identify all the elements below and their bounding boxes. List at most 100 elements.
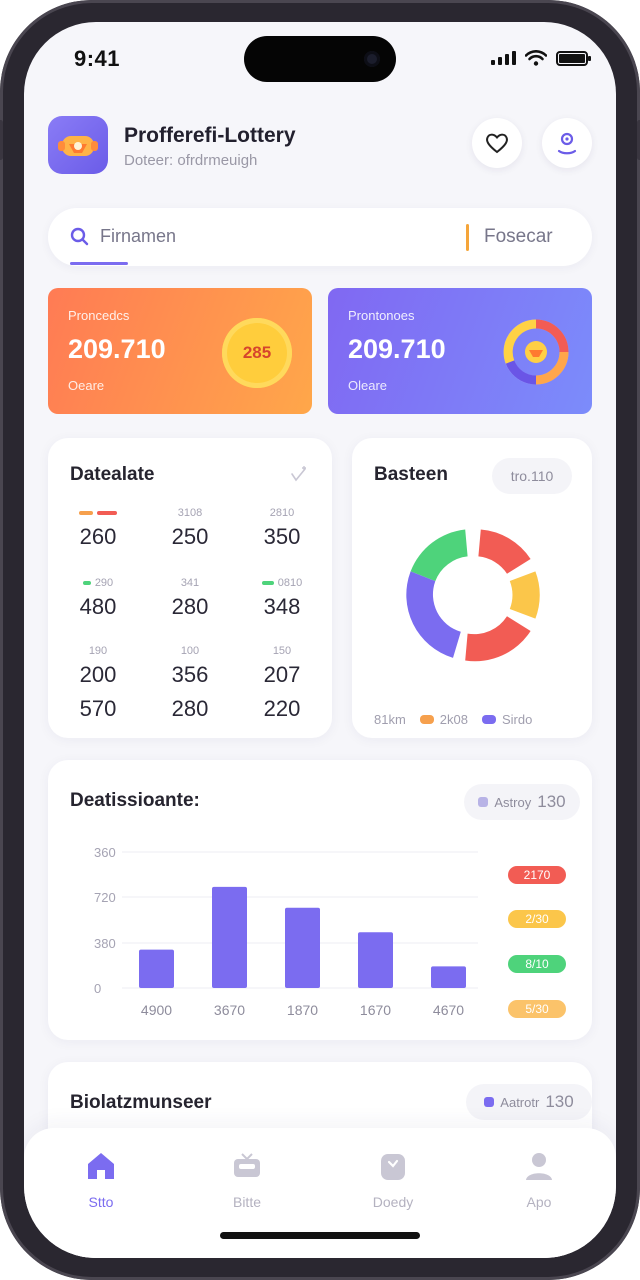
coin-label: 285	[242, 343, 272, 362]
phone-frame: 9:41 Profferefi-Lottery Doteer: ofrdrmeu…	[0, 0, 640, 1280]
x-tick-label: 3670	[214, 1002, 245, 1018]
status-time: 9:41	[74, 46, 121, 71]
home-icon	[88, 1153, 114, 1179]
grid-cell: 190 200 570	[58, 644, 138, 722]
chip: 2170	[508, 866, 566, 884]
legend-item: 81km	[374, 712, 406, 727]
sparkle-icon	[291, 466, 306, 482]
grid-caption: 100	[180, 645, 200, 657]
ring-gauge-icon	[503, 319, 569, 385]
app-header: Profferefi-Lottery Doteer: ofrdrmeuigh	[48, 116, 592, 176]
donut-segment-red-bottom	[465, 616, 531, 662]
grid-value: 207	[263, 662, 301, 687]
status-bar: 9:41	[24, 22, 616, 100]
stat-value: 209.710	[348, 334, 446, 364]
legend-item: 2k08	[419, 712, 468, 727]
dynamic-island	[244, 36, 396, 82]
stat-card-orange[interactable]: Proncedcs 209.710 Oeare 285	[48, 288, 312, 414]
y-tick-label: 720	[94, 890, 116, 905]
stat-sub: Oeare	[68, 378, 105, 393]
donut-segment-red	[478, 529, 531, 574]
search-filter-button[interactable]: Fosecar	[484, 226, 553, 248]
badge-value: 130	[545, 1092, 574, 1111]
profile-button[interactable]	[542, 118, 592, 168]
bar[interactable]	[139, 949, 174, 988]
lottery-ball-icon	[58, 136, 98, 156]
grid-cell: 2810 350	[242, 506, 322, 550]
search-divider	[466, 224, 469, 251]
chip: 8/10	[508, 955, 566, 973]
legend-label: 2k08	[439, 712, 468, 727]
wifi-icon	[525, 50, 547, 66]
tab-home[interactable]: Stto	[56, 1146, 146, 1210]
legend-label: Sirdo	[502, 712, 533, 727]
x-tick-label: 4900	[141, 1002, 172, 1018]
status-icons	[491, 50, 591, 66]
panel-title: Biolatzmunseer	[70, 1092, 212, 1113]
bar[interactable]	[212, 886, 247, 988]
home-indicator[interactable]	[220, 1232, 420, 1239]
grid-cell: 341 280	[150, 576, 230, 620]
data-grid-panel: Datealate 260 3108 250 2810 350 290 480	[48, 438, 332, 738]
grid-caption: 3108	[177, 507, 203, 519]
app-subtitle: Doteer: ofrdrmeuigh	[124, 152, 258, 169]
stat-label: Proncedcs	[68, 308, 130, 323]
stat-label: Prontonoes	[348, 308, 415, 323]
grid-caption: 290	[94, 577, 114, 589]
grid-value: 570	[79, 696, 117, 721]
legend-label: 81km	[374, 712, 406, 727]
chip: 2/30	[508, 910, 566, 928]
donut-chart	[406, 529, 540, 662]
tab-profile[interactable]: Apo	[494, 1146, 584, 1210]
grid-value: 250	[171, 524, 209, 549]
stat-sub: Oleare	[348, 378, 388, 393]
tab-label: Doedy	[372, 1194, 414, 1210]
bar-chart-panel: Deatissioante: Astroy 130 0 380 720 360 4900…	[48, 760, 592, 1040]
battery-icon	[556, 50, 591, 66]
grid-value: 350	[263, 524, 301, 549]
search-input[interactable]: Firnamen	[100, 226, 176, 247]
y-tick-label: 380	[94, 936, 116, 951]
donut-panel: Basteen tro.110 81km 2k08 Sirdo	[352, 438, 592, 738]
search-underline	[70, 262, 128, 265]
grid-cell: 0810 348	[242, 576, 322, 620]
grid-caption: 2810	[269, 507, 295, 519]
bar[interactable]	[285, 907, 320, 988]
person-icon	[526, 1153, 552, 1180]
search-bar[interactable]: Firnamen Fosecar	[48, 208, 592, 266]
x-tick-label: 1870	[287, 1002, 318, 1018]
donut-badge[interactable]: tro.110	[492, 458, 572, 494]
panel-title: Datealate	[70, 464, 155, 485]
signal-icon	[491, 51, 516, 65]
tab-bag[interactable]: Doedy	[348, 1146, 438, 1210]
y-tick-label: 360	[94, 845, 116, 860]
grid-cell: 290 480	[58, 576, 138, 620]
favorites-button[interactable]	[472, 118, 522, 168]
search-icon	[70, 227, 89, 246]
grid-caption: 150	[272, 645, 292, 657]
tv-icon	[234, 1153, 260, 1177]
grid-caption: 190	[88, 645, 108, 657]
donut-segment-yellow	[509, 571, 540, 619]
tab-tv[interactable]: Bitte	[202, 1146, 292, 1210]
grid-value: 220	[263, 696, 301, 721]
stat-value: 209.710	[68, 334, 166, 364]
grid-value: 480	[79, 594, 117, 619]
stat-card-purple[interactable]: Prontonoes 209.710 Oleare	[328, 288, 592, 414]
camera-icon	[364, 51, 380, 67]
grid-value: 260	[79, 524, 117, 549]
badge-label: Aatrotr	[500, 1094, 540, 1110]
chip: 5/30	[508, 1000, 566, 1018]
donut-segment-green	[410, 529, 468, 582]
x-tick-label: 4670	[433, 1002, 464, 1018]
bar-chart: 0 380 720 360 4900 3670 1870 1670 4670	[94, 845, 478, 1018]
donut-legend: 81km 2k08 Sirdo	[374, 712, 532, 727]
bar[interactable]	[358, 932, 393, 988]
list-badge[interactable]: Aatrotr 130	[466, 1084, 592, 1120]
grid-value: 280	[171, 594, 209, 619]
heart-icon	[486, 133, 508, 154]
donut-segment-purple	[406, 571, 461, 658]
bar[interactable]	[431, 966, 466, 988]
grid-cell: 3108 250	[150, 506, 230, 550]
bar-badge[interactable]: Astroy 130	[464, 784, 580, 820]
